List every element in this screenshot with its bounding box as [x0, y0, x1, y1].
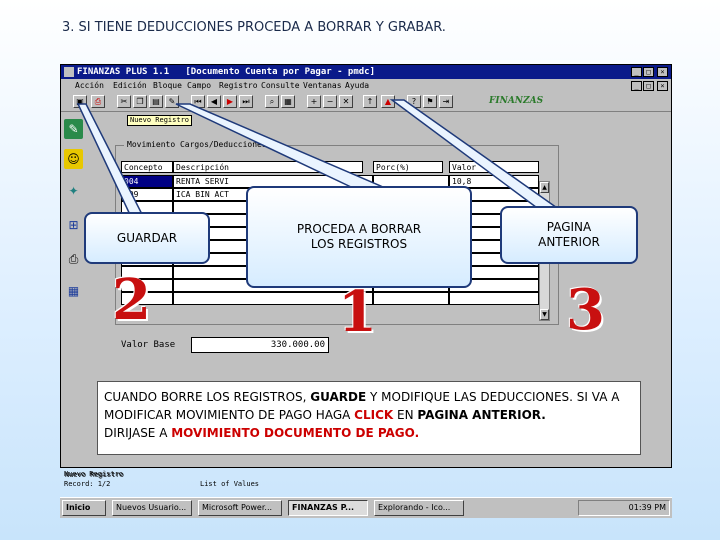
callout-borrar: PROCEDA A BORRAR LOS REGISTROS — [246, 186, 472, 288]
step-number-2: 2 — [112, 267, 151, 333]
callout-pagina-line2: ANTERIOR — [538, 235, 600, 249]
step-number-3: 3 — [566, 277, 605, 343]
callout-guardar-text: GUARDAR — [116, 230, 178, 245]
callout-guardar: GUARDAR — [84, 212, 210, 264]
arrow-borrar — [175, 103, 393, 197]
callout-borrar-line1: PROCEDA A BORRAR — [296, 222, 422, 236]
callout-pagina-line1: PAGINA — [546, 220, 592, 234]
callout-pagina-anterior: PAGINA ANTERIOR — [500, 206, 638, 264]
step-number-1: 1 — [338, 279, 377, 345]
callout-borrar-line2: LOS REGISTROS — [310, 237, 408, 251]
